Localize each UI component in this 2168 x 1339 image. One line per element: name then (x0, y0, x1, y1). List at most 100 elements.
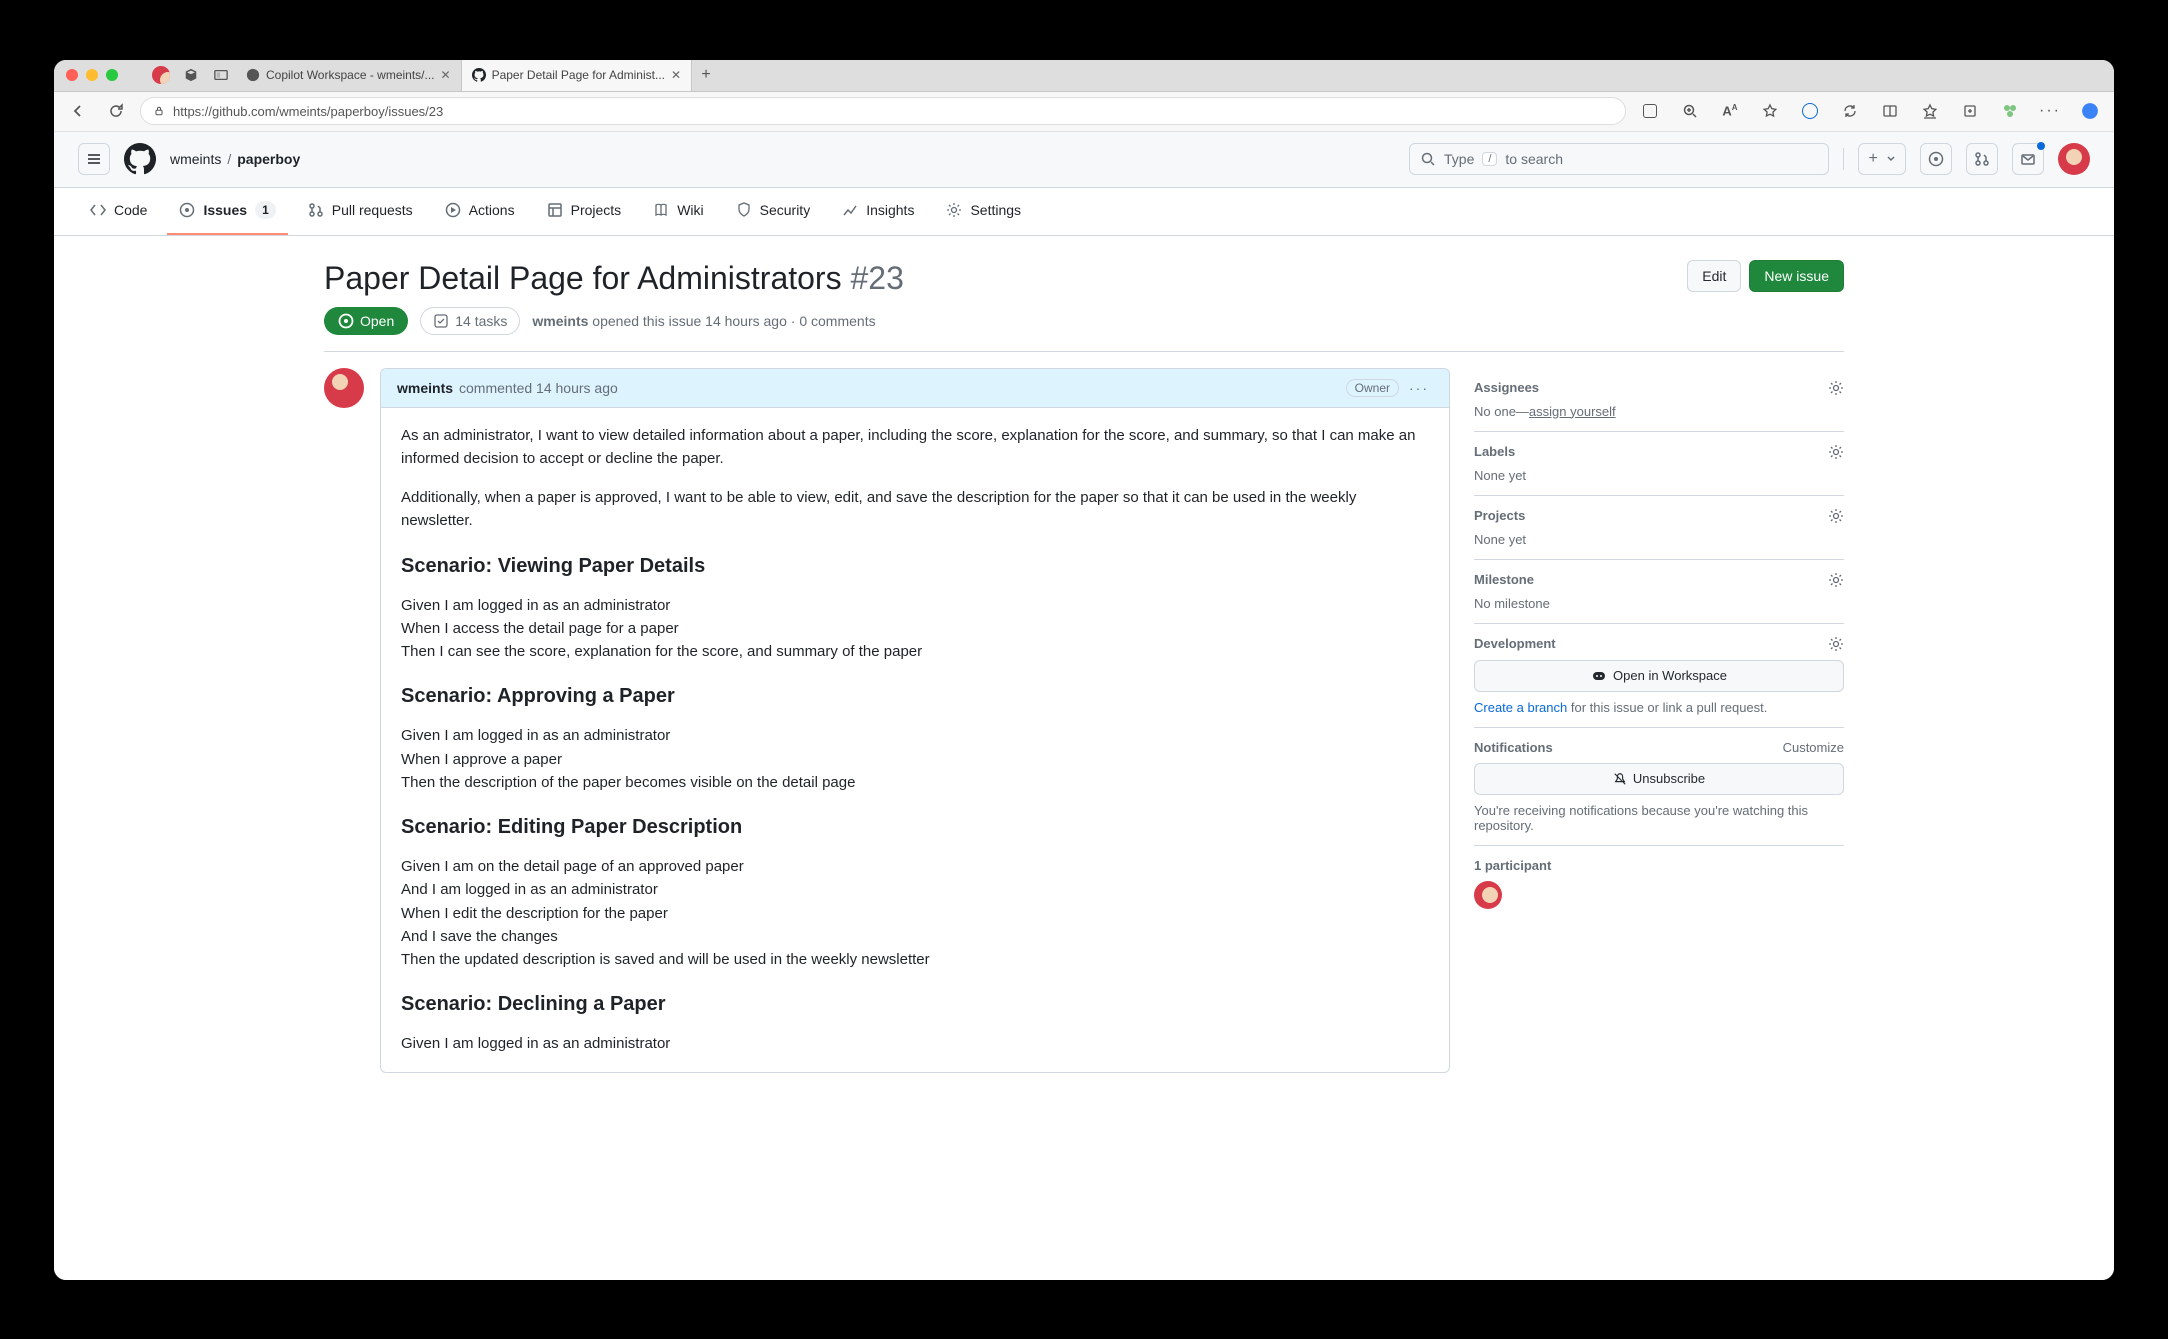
apps-icon[interactable] (1636, 97, 1664, 125)
hamburger-menu[interactable] (78, 143, 110, 175)
comment-time: commented 14 hours ago (459, 380, 618, 396)
browser-window: Copilot Workspace - wmeints/... ✕ Paper … (54, 60, 2114, 1280)
url-bar: https://github.com/wmeints/paperboy/issu… (54, 92, 2114, 132)
repo-owner-link[interactable]: wmeints (170, 151, 221, 167)
titlebar: Copilot Workspace - wmeints/... ✕ Paper … (54, 60, 2114, 92)
extension-2-icon[interactable] (1996, 97, 2024, 125)
nav-wiki[interactable]: Wiki (641, 188, 715, 235)
back-button[interactable] (64, 97, 92, 125)
scenario-heading: Scenario: Editing Paper Description (401, 812, 1429, 843)
issue-opened: opened this issue 14 hours ago (592, 313, 787, 329)
scenario-heading: Scenario: Approving a Paper (401, 681, 1429, 712)
customize-link[interactable]: Customize (1783, 740, 1844, 755)
search-key: / (1482, 152, 1497, 166)
issue-comment: wmeints commented 14 hours ago Owner ···… (380, 368, 1450, 1073)
extension-1-icon[interactable] (1796, 97, 1824, 125)
participant-avatar[interactable] (1474, 881, 1502, 909)
copilot-sidebar-icon[interactable] (2076, 97, 2104, 125)
comment-author[interactable]: wmeints (397, 380, 453, 396)
scenario-heading: Scenario: Declining a Paper (401, 989, 1429, 1020)
sidebar-title: Notifications (1474, 740, 1553, 755)
nav-security[interactable]: Security (724, 188, 823, 235)
extension-refresh-icon[interactable] (1836, 97, 1864, 125)
search-input[interactable]: Type / to search (1409, 143, 1829, 175)
unsubscribe-button[interactable]: Unsubscribe (1474, 763, 1844, 795)
nav-code[interactable]: Code (78, 188, 159, 235)
comment-author-avatar[interactable] (324, 368, 364, 408)
issue-comments: 0 comments (799, 313, 875, 329)
owner-badge: Owner (1346, 379, 1399, 397)
edit-button[interactable]: Edit (1687, 260, 1741, 292)
tab-label: Paper Detail Page for Administ... (492, 68, 665, 82)
maximize-window-button[interactable] (106, 69, 118, 81)
collections-icon[interactable] (1956, 97, 1984, 125)
issue-author[interactable]: wmeints (532, 313, 588, 329)
nav-issues[interactable]: Issues1 (167, 188, 287, 235)
gear-icon[interactable] (1828, 572, 1844, 588)
comment-menu-icon[interactable]: ··· (1405, 380, 1433, 396)
sidebar-labels: Labels None yet (1474, 432, 1844, 496)
sidebar-title: Labels (1474, 444, 1515, 459)
nav-settings[interactable]: Settings (934, 188, 1033, 235)
github-logo[interactable] (124, 143, 156, 175)
close-window-button[interactable] (66, 69, 78, 81)
gear-icon[interactable] (1828, 380, 1844, 396)
search-icon (1420, 151, 1436, 167)
nav-actions[interactable]: Actions (433, 188, 527, 235)
sidebar-notifications: NotificationsCustomize Unsubscribe You'r… (1474, 728, 1844, 846)
new-tab-button[interactable]: + (692, 60, 720, 91)
close-tab-icon[interactable]: ✕ (671, 68, 681, 82)
bell-slash-icon (1613, 772, 1627, 786)
favorites-bar-icon[interactable] (1916, 97, 1944, 125)
refresh-button[interactable] (102, 97, 130, 125)
nav-pull-requests[interactable]: Pull requests (296, 188, 425, 235)
user-avatar[interactable] (2058, 143, 2090, 175)
copilot-icon (246, 68, 260, 82)
nav-projects[interactable]: Projects (535, 188, 634, 235)
gear-icon[interactable] (1828, 444, 1844, 460)
sidebar-title: Milestone (1474, 572, 1534, 587)
address-bar[interactable]: https://github.com/wmeints/paperboy/issu… (140, 97, 1626, 125)
create-new-button[interactable]: + (1858, 143, 1906, 175)
open-in-workspace-button[interactable]: Open in Workspace (1474, 660, 1844, 692)
sidebar-milestone: Milestone No milestone (1474, 560, 1844, 624)
comment-header: wmeints commented 14 hours ago Owner ··· (381, 369, 1449, 408)
zoom-icon[interactable] (1676, 97, 1704, 125)
tab-github-issue[interactable]: Paper Detail Page for Administ... ✕ (462, 60, 692, 91)
notification-badge (2037, 142, 2045, 150)
tab-copilot-workspace[interactable]: Copilot Workspace - wmeints/... ✕ (236, 60, 462, 91)
reader-icon[interactable]: AA (1716, 97, 1744, 125)
repo-name-link[interactable]: paperboy (237, 151, 300, 167)
sidebar-participants: 1 participant (1474, 846, 1844, 921)
notifications-icon[interactable] (2012, 143, 2044, 175)
profile-tab-icon[interactable] (152, 66, 170, 84)
nav-insights[interactable]: Insights (830, 188, 926, 235)
pull-requests-global-icon[interactable] (1966, 143, 1998, 175)
create-branch-link[interactable]: Create a branch (1474, 700, 1567, 715)
sidebar-assignees: Assignees No one—assign yourself (1474, 368, 1844, 432)
issues-global-icon[interactable] (1920, 143, 1952, 175)
repo-nav: Code Issues1 Pull requests Actions Proje… (54, 188, 2114, 236)
search-prefix: Type (1444, 151, 1474, 167)
gear-icon[interactable] (1828, 636, 1844, 652)
workspaces-icon[interactable] (176, 60, 206, 91)
sidebar-projects: Projects None yet (1474, 496, 1844, 560)
assign-yourself-link[interactable]: assign yourself (1529, 404, 1616, 419)
close-tab-icon[interactable]: ✕ (441, 68, 451, 82)
breadcrumb-separator: / (227, 151, 231, 167)
new-issue-button[interactable]: New issue (1749, 260, 1844, 292)
sidebar-development: Development Open in Workspace Create a b… (1474, 624, 1844, 728)
issues-count: 1 (255, 201, 276, 219)
favorite-icon[interactable] (1756, 97, 1784, 125)
split-view-icon[interactable] (1876, 97, 1904, 125)
tasks-badge[interactable]: 14 tasks (420, 307, 520, 335)
gear-icon[interactable] (1828, 508, 1844, 524)
sidebar-title: Projects (1474, 508, 1525, 523)
more-icon[interactable]: ··· (2036, 97, 2064, 125)
minimize-window-button[interactable] (86, 69, 98, 81)
tab-overview-icon[interactable] (206, 60, 236, 91)
lock-icon (153, 105, 165, 117)
page-content: Paper Detail Page for Administrators #23… (54, 236, 2114, 1280)
scenario-heading: Scenario: Viewing Paper Details (401, 551, 1429, 582)
tab-strip: Copilot Workspace - wmeints/... ✕ Paper … (146, 60, 2102, 91)
